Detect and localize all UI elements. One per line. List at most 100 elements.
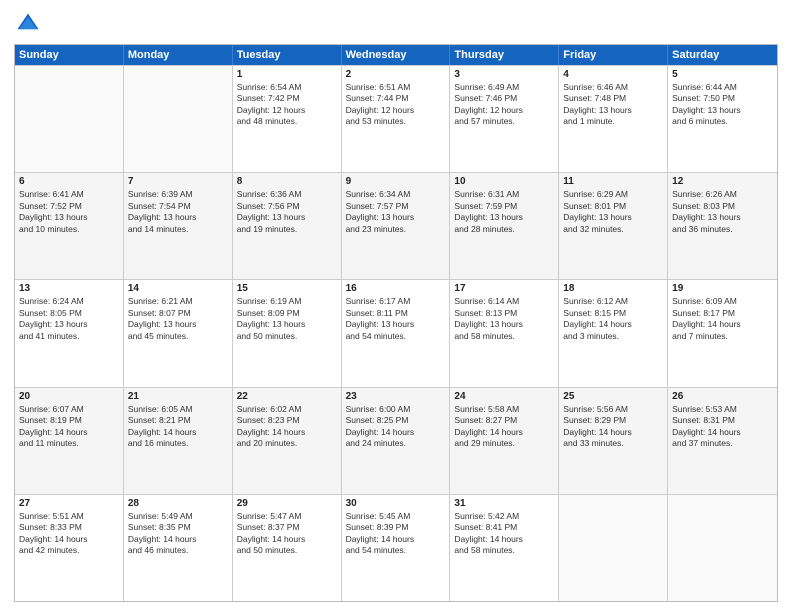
calendar-week-row: 27 Sunrise: 5:51 AM Sunset: 8:33 PM Dayli… — [15, 494, 777, 601]
calendar-cell: 14 Sunrise: 6:21 AM Sunset: 8:07 PM Dayli… — [124, 280, 233, 386]
calendar-cell: 3 Sunrise: 6:49 AM Sunset: 7:46 PM Daylig… — [450, 66, 559, 172]
day-info: Sunrise: 6:12 AM Sunset: 8:15 PM Dayligh… — [563, 296, 663, 342]
day-number: 5 — [672, 69, 773, 80]
day-info: Sunrise: 6:46 AM Sunset: 7:48 PM Dayligh… — [563, 82, 663, 128]
day-number: 11 — [563, 176, 663, 187]
day-of-week-header: Wednesday — [342, 45, 451, 65]
calendar-cell: 29 Sunrise: 5:47 AM Sunset: 8:37 PM Dayli… — [233, 495, 342, 601]
day-info: Sunrise: 6:17 AM Sunset: 8:11 PM Dayligh… — [346, 296, 446, 342]
calendar-week-row: 6Sunrise: 6:41 AM Sunset: 7:52 PM Daylig… — [15, 172, 777, 279]
day-number: 24 — [454, 391, 554, 402]
day-number: 4 — [563, 69, 663, 80]
day-info: Sunrise: 5:49 AM Sunset: 8:35 PM Dayligh… — [128, 511, 228, 557]
calendar-cell — [124, 66, 233, 172]
day-number: 10 — [454, 176, 554, 187]
calendar-cell: 9 Sunrise: 6:34 AM Sunset: 7:57 PM Daylig… — [342, 173, 451, 279]
calendar-cell: 2Sunrise: 6:51 AM Sunset: 7:44 PM Daylig… — [342, 66, 451, 172]
day-info: Sunrise: 6:49 AM Sunset: 7:46 PM Dayligh… — [454, 82, 554, 128]
day-number: 28 — [128, 498, 228, 509]
calendar-cell: 18 Sunrise: 6:12 AM Sunset: 8:15 PM Dayli… — [559, 280, 668, 386]
calendar-body: 1 Sunrise: 6:54 AM Sunset: 7:42 PM Daylig… — [15, 65, 777, 601]
day-of-week-header: Saturday — [668, 45, 777, 65]
day-of-week-header: Friday — [559, 45, 668, 65]
calendar-cell: 25 Sunrise: 5:56 AM Sunset: 8:29 PM Dayli… — [559, 388, 668, 494]
day-info: Sunrise: 6:39 AM Sunset: 7:54 PM Dayligh… — [128, 189, 228, 235]
header — [14, 10, 778, 38]
day-number: 19 — [672, 283, 773, 294]
day-info: Sunrise: 5:51 AM Sunset: 8:33 PM Dayligh… — [19, 511, 119, 557]
calendar-week-row: 20 Sunrise: 6:07 AM Sunset: 8:19 PM Dayli… — [15, 387, 777, 494]
calendar-cell: 17 Sunrise: 6:14 AM Sunset: 8:13 PM Dayli… — [450, 280, 559, 386]
calendar-cell: 24 Sunrise: 5:58 AM Sunset: 8:27 PM Dayli… — [450, 388, 559, 494]
day-number: 15 — [237, 283, 337, 294]
calendar-cell: 13 Sunrise: 6:24 AM Sunset: 8:05 PM Dayli… — [15, 280, 124, 386]
calendar-cell: 26 Sunrise: 5:53 AM Sunset: 8:31 PM Dayli… — [668, 388, 777, 494]
day-number: 1 — [237, 69, 337, 80]
day-number: 31 — [454, 498, 554, 509]
calendar-cell: 21 Sunrise: 6:05 AM Sunset: 8:21 PM Dayli… — [124, 388, 233, 494]
day-info: Sunrise: 6:36 AM Sunset: 7:56 PM Dayligh… — [237, 189, 337, 235]
calendar-cell: 27 Sunrise: 5:51 AM Sunset: 8:33 PM Dayli… — [15, 495, 124, 601]
calendar-cell: 11 Sunrise: 6:29 AM Sunset: 8:01 PM Dayli… — [559, 173, 668, 279]
day-of-week-header: Sunday — [15, 45, 124, 65]
calendar-header: SundayMondayTuesdayWednesdayThursdayFrid… — [15, 45, 777, 65]
day-number: 30 — [346, 498, 446, 509]
day-number: 13 — [19, 283, 119, 294]
day-info: Sunrise: 6:44 AM Sunset: 7:50 PM Dayligh… — [672, 82, 773, 128]
page: SundayMondayTuesdayWednesdayThursdayFrid… — [0, 0, 792, 612]
day-of-week-header: Tuesday — [233, 45, 342, 65]
day-number: 8 — [237, 176, 337, 187]
day-info: Sunrise: 6:29 AM Sunset: 8:01 PM Dayligh… — [563, 189, 663, 235]
day-number: 27 — [19, 498, 119, 509]
day-info: Sunrise: 6:54 AM Sunset: 7:42 PM Dayligh… — [237, 82, 337, 128]
day-number: 23 — [346, 391, 446, 402]
day-info: Sunrise: 5:53 AM Sunset: 8:31 PM Dayligh… — [672, 404, 773, 450]
day-number: 9 — [346, 176, 446, 187]
calendar-cell: 30 Sunrise: 5:45 AM Sunset: 8:39 PM Dayli… — [342, 495, 451, 601]
calendar-cell: 6Sunrise: 6:41 AM Sunset: 7:52 PM Daylig… — [15, 173, 124, 279]
day-number: 14 — [128, 283, 228, 294]
day-number: 7 — [128, 176, 228, 187]
day-info: Sunrise: 6:51 AM Sunset: 7:44 PM Dayligh… — [346, 82, 446, 128]
calendar-cell — [15, 66, 124, 172]
day-number: 22 — [237, 391, 337, 402]
day-info: Sunrise: 6:21 AM Sunset: 8:07 PM Dayligh… — [128, 296, 228, 342]
day-number: 26 — [672, 391, 773, 402]
day-info: Sunrise: 5:58 AM Sunset: 8:27 PM Dayligh… — [454, 404, 554, 450]
day-info: Sunrise: 6:34 AM Sunset: 7:57 PM Dayligh… — [346, 189, 446, 235]
day-info: Sunrise: 6:41 AM Sunset: 7:52 PM Dayligh… — [19, 189, 119, 235]
day-info: Sunrise: 5:56 AM Sunset: 8:29 PM Dayligh… — [563, 404, 663, 450]
day-number: 16 — [346, 283, 446, 294]
calendar-cell: 28 Sunrise: 5:49 AM Sunset: 8:35 PM Dayli… — [124, 495, 233, 601]
calendar-cell: 19 Sunrise: 6:09 AM Sunset: 8:17 PM Dayli… — [668, 280, 777, 386]
logo-icon — [14, 10, 42, 38]
day-number: 18 — [563, 283, 663, 294]
calendar-cell: 7 Sunrise: 6:39 AM Sunset: 7:54 PM Daylig… — [124, 173, 233, 279]
day-info: Sunrise: 6:19 AM Sunset: 8:09 PM Dayligh… — [237, 296, 337, 342]
day-number: 20 — [19, 391, 119, 402]
day-number: 17 — [454, 283, 554, 294]
day-info: Sunrise: 6:14 AM Sunset: 8:13 PM Dayligh… — [454, 296, 554, 342]
day-info: Sunrise: 6:24 AM Sunset: 8:05 PM Dayligh… — [19, 296, 119, 342]
calendar-cell: 22 Sunrise: 6:02 AM Sunset: 8:23 PM Dayli… — [233, 388, 342, 494]
day-number: 21 — [128, 391, 228, 402]
calendar-cell: 1 Sunrise: 6:54 AM Sunset: 7:42 PM Daylig… — [233, 66, 342, 172]
calendar-cell: 16 Sunrise: 6:17 AM Sunset: 8:11 PM Dayli… — [342, 280, 451, 386]
calendar-cell — [559, 495, 668, 601]
day-number: 25 — [563, 391, 663, 402]
calendar-cell: 15 Sunrise: 6:19 AM Sunset: 8:09 PM Dayli… — [233, 280, 342, 386]
day-info: Sunrise: 5:45 AM Sunset: 8:39 PM Dayligh… — [346, 511, 446, 557]
day-of-week-header: Monday — [124, 45, 233, 65]
day-info: Sunrise: 6:07 AM Sunset: 8:19 PM Dayligh… — [19, 404, 119, 450]
day-info: Sunrise: 5:47 AM Sunset: 8:37 PM Dayligh… — [237, 511, 337, 557]
day-number: 3 — [454, 69, 554, 80]
calendar-cell — [668, 495, 777, 601]
day-info: Sunrise: 6:05 AM Sunset: 8:21 PM Dayligh… — [128, 404, 228, 450]
day-info: Sunrise: 6:02 AM Sunset: 8:23 PM Dayligh… — [237, 404, 337, 450]
calendar-cell: 23Sunrise: 6:00 AM Sunset: 8:25 PM Dayli… — [342, 388, 451, 494]
calendar-cell: 5 Sunrise: 6:44 AM Sunset: 7:50 PM Daylig… — [668, 66, 777, 172]
day-number: 29 — [237, 498, 337, 509]
calendar: SundayMondayTuesdayWednesdayThursdayFrid… — [14, 44, 778, 602]
day-info: Sunrise: 6:09 AM Sunset: 8:17 PM Dayligh… — [672, 296, 773, 342]
day-info: Sunrise: 6:26 AM Sunset: 8:03 PM Dayligh… — [672, 189, 773, 235]
